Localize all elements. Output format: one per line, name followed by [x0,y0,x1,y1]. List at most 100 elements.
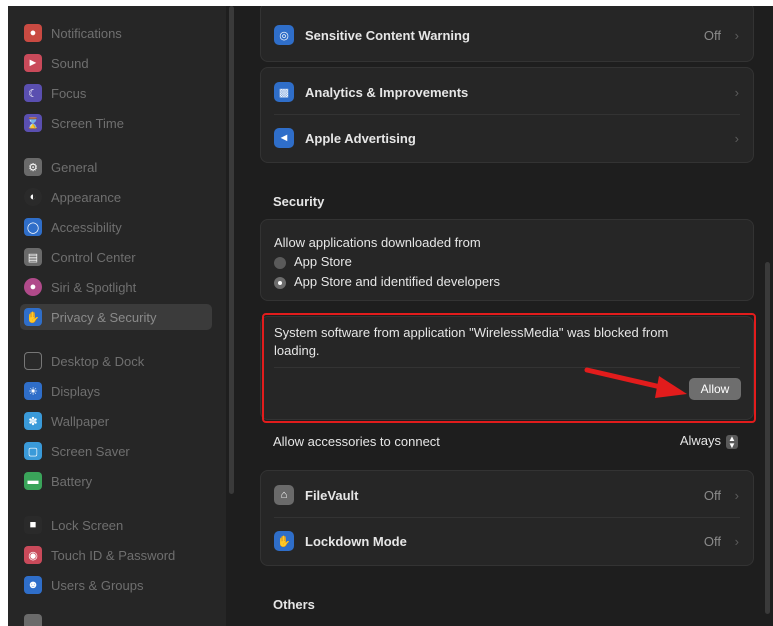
sidebar-item-label: Battery [51,473,93,489]
analytics-row[interactable]: ▩ Analytics & Improvements › [261,70,753,114]
analytics-card: ▩ Analytics & Improvements › ◄ Apple Adv… [260,67,754,163]
hourglass-icon: ⌛ [24,114,42,132]
row-value: Off [703,27,721,43]
sidebar-item-desktop-dock[interactable]: Desktop & Dock [20,348,212,374]
hand-icon: ✋ [274,531,294,551]
sidebar-item-screen-time[interactable]: ⌛ Screen Time [20,110,212,136]
sidebar-item-notifications[interactable]: ● Notifications [20,20,212,46]
radio-label: App Store [294,254,352,269]
lockdown-row[interactable]: ✋ Lockdown Mode Off › [261,519,753,563]
settings-window: ● Notifications ► Sound ☾ Focus ⌛ Screen… [8,6,773,626]
radio-button-selected[interactable] [274,276,286,289]
appearance-icon: ◐ [24,188,42,206]
eye-slash-icon: ◎ [274,25,294,45]
screensaver-icon: ▢ [24,442,42,460]
speaker-icon: ► [24,54,42,72]
dock-icon [24,352,42,370]
privacy-security-pane: ◎ Sensitive Content Warning Off › ▩ Anal… [238,6,773,626]
sidebar-item-label: Privacy & Security [51,309,157,325]
sidebar-item-users-groups[interactable]: ☻ Users & Groups [20,572,212,598]
sidebar-item-screen-saver[interactable]: ▢ Screen Saver [20,438,212,464]
row-label: Sensitive Content Warning [305,27,470,43]
fingerprint-icon: ◉ [24,546,42,564]
radio-button[interactable] [274,256,286,269]
row-label: Lockdown Mode [305,533,407,549]
sidebar-item-wallpaper[interactable]: ✽ Wallpaper [20,408,212,434]
sidebar-item-appearance[interactable]: ◐ Appearance [20,184,212,210]
sidebar-item-focus[interactable]: ☾ Focus [20,80,212,106]
chevron-right-icon: › [734,84,739,100]
row-value: Off [703,487,721,503]
chevron-right-icon: › [734,533,739,549]
sidebar-item-label: Accessibility [51,219,122,235]
radio-label: App Store and identified developers [294,274,500,289]
chevron-right-icon: › [734,130,739,146]
row-value: Off [703,533,721,549]
sidebar-item-sound[interactable]: ► Sound [20,50,212,76]
sidebar: ● Notifications ► Sound ☾ Focus ⌛ Screen… [8,6,226,626]
chart-icon: ▩ [274,82,294,102]
accessibility-icon: ◯ [24,218,42,236]
sidebar-scrollbar[interactable] [229,6,234,494]
sidebar-item-label: Users & Groups [51,577,144,593]
advertising-row[interactable]: ◄ Apple Advertising › [261,116,753,160]
sensitive-content-card: ◎ Sensitive Content Warning Off › [260,6,754,62]
bell-icon: ● [24,24,42,42]
sidebar-item-touch-id[interactable]: ◉ Touch ID & Password [20,542,212,568]
users-icon: ☻ [24,576,42,594]
security-section-title: Security [273,194,325,209]
sensitive-content-row[interactable]: ◎ Sensitive Content Warning Off › [261,13,753,57]
sidebar-item-label: Appearance [51,189,122,205]
sidebar-item-privacy-security[interactable]: ✋ Privacy & Security [20,304,212,330]
sidebar-item-control-center[interactable]: ▤ Control Center [20,244,212,270]
battery-icon: ▬ [24,472,42,490]
hand-icon: ✋ [24,308,42,326]
sidebar-item-label: Lock Screen [51,517,124,533]
sidebar-item-displays[interactable]: ☀ Displays [20,378,212,404]
accessories-popup[interactable]: Always ▲ ▼ [680,433,738,449]
row-label: Allow accessories to connect [273,433,440,449]
accessories-row[interactable]: Allow accessories to connect Always ▲ ▼ [260,419,752,463]
radio-app-store-identified[interactable]: App Store and identified developers [274,274,500,289]
chevron-right-icon: › [734,27,739,43]
downloads-label: Allow applications downloaded from [274,235,481,250]
chevron-right-icon: › [734,487,739,503]
sidebar-item-partial[interactable] [20,610,212,626]
radio-app-store[interactable]: App Store [274,254,352,269]
sidebar-item-label: General [51,159,98,175]
divider [274,114,740,115]
wallpaper-icon: ✽ [24,412,42,430]
sidebar-item-label: Control Center [51,249,136,265]
display-icon: ☀ [24,382,42,400]
filevault-row[interactable]: ⌂ FileVault Off › [261,473,753,517]
sidebar-item-label: Sound [51,55,89,71]
sidebar-item-accessibility[interactable]: ◯ Accessibility [20,214,212,240]
sidebar-item-lock-screen[interactable]: ■ Lock Screen [20,512,212,538]
row-label: FileVault [305,487,359,503]
megaphone-icon: ◄ [274,128,294,148]
siri-icon: ● [24,278,42,296]
sidebar-item-label: Desktop & Dock [51,353,145,369]
popup-value: Always [679,433,721,449]
sidebar-item-battery[interactable]: ▬ Battery [20,468,212,494]
row-label: Apple Advertising [305,130,416,146]
annotation-highlight-box [262,313,756,423]
downloads-card: Allow applications downloaded from App S… [260,219,754,301]
sidebar-item-label: Wallpaper [51,413,110,429]
others-section-title: Others [273,597,315,612]
lock-icon: ■ [24,516,42,534]
row-label: Analytics & Improvements [305,84,469,100]
sidebar-item-siri[interactable]: ● Siri & Spotlight [20,274,212,300]
sidebar-item-label: Screen Time [51,115,124,131]
sidebar-item-label: Displays [51,383,101,399]
filevault-card: ⌂ FileVault Off › ✋ Lockdown Mode Off › [260,470,754,566]
main-scrollbar[interactable] [765,262,770,614]
house-icon: ⌂ [274,485,294,505]
divider [274,517,740,518]
control-center-icon: ▤ [24,248,42,266]
stepper-arrows-icon: ▲ ▼ [726,434,738,449]
sidebar-item-label: Focus [51,85,87,101]
sidebar-item-label: Notifications [51,25,122,41]
sidebar-item-general[interactable]: ⚙ General [20,154,212,180]
gear-icon: ⚙ [24,158,42,176]
